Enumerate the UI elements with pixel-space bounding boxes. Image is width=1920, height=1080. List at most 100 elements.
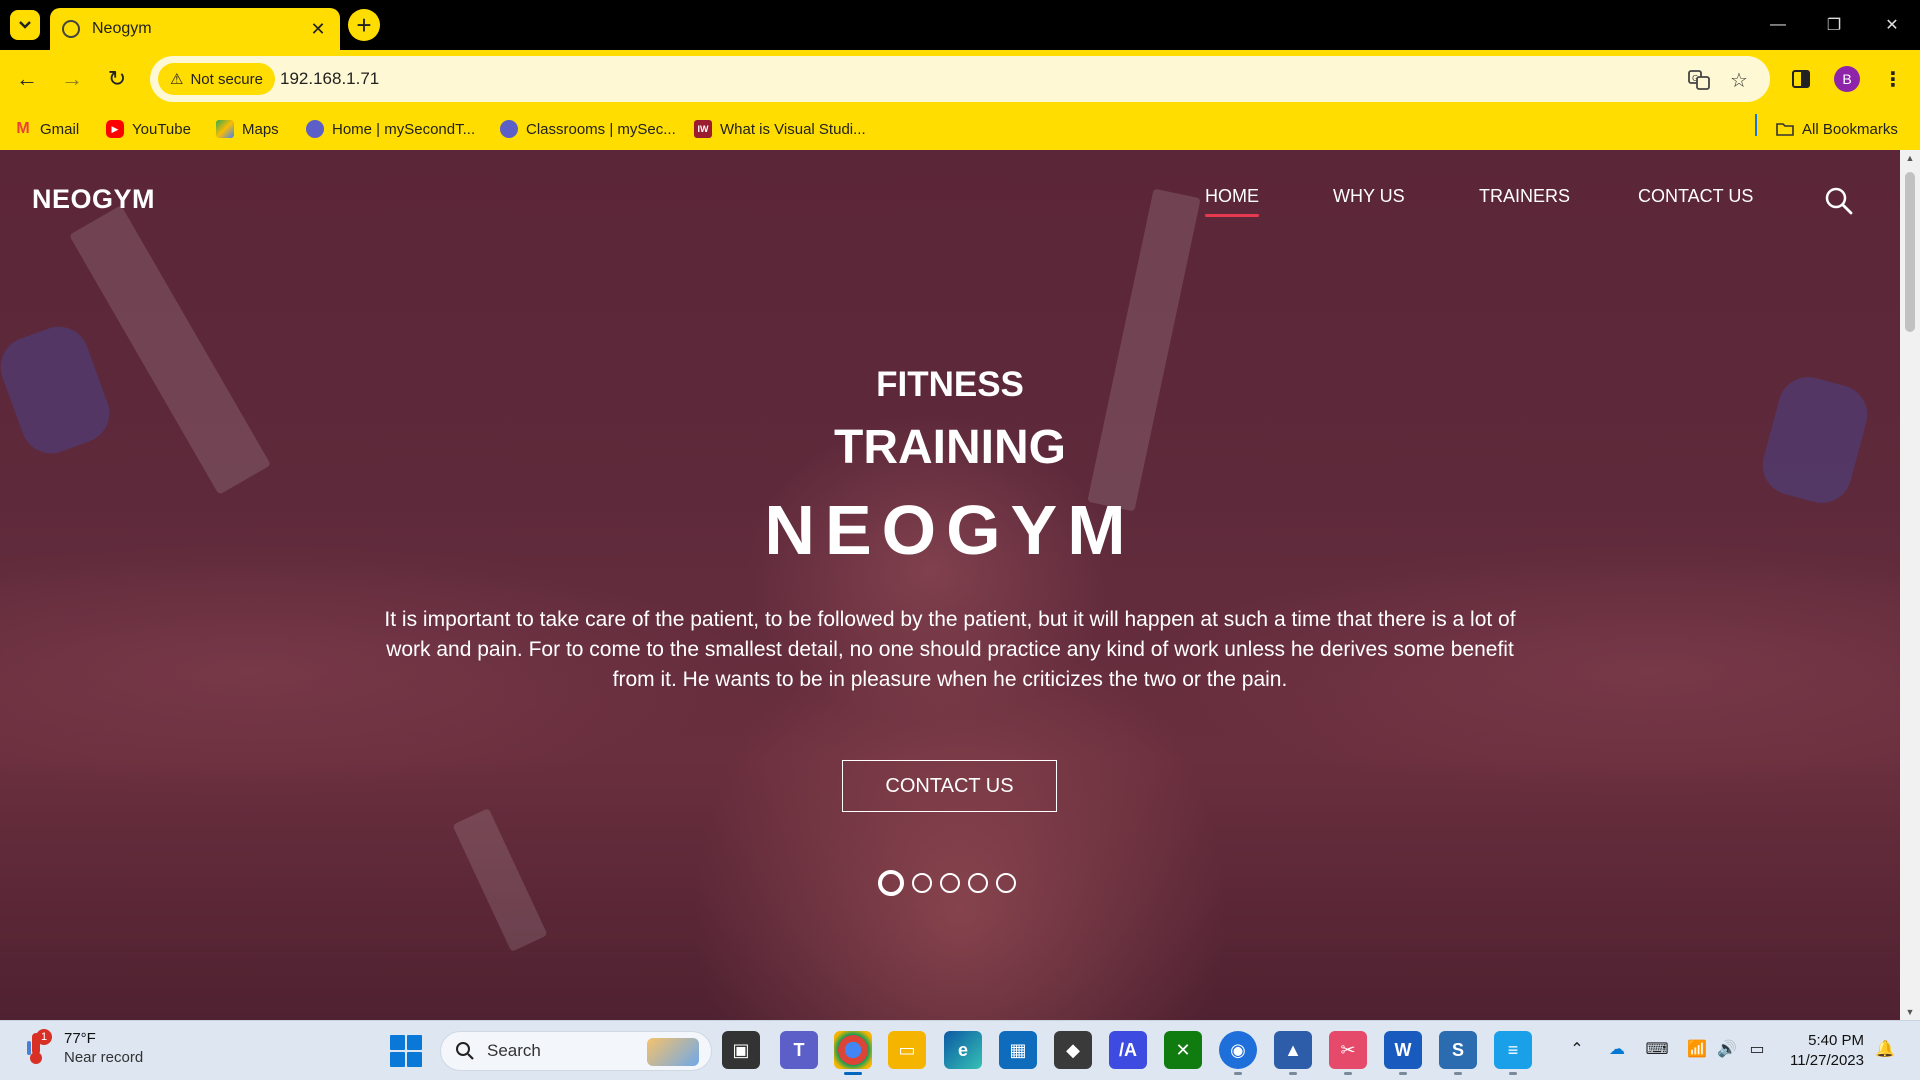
xbox-icon[interactable]: ✕ [1164,1031,1202,1069]
ai-app-icon[interactable]: /A [1109,1031,1147,1069]
bookmark-label: YouTube [132,120,191,138]
bookmark-youtube[interactable]: ▶ YouTube [106,118,191,140]
gmail-icon: M [16,120,30,137]
webpage-viewport: NEOGYM HOME WHY US TRAINERS CONTACT US F… [0,150,1900,1020]
clock-date: 11/27/2023 [1790,1052,1864,1069]
keyboard-icon[interactable]: ⌨ [1644,1039,1670,1059]
globe-icon [62,20,80,38]
weather-temp: 77°F [64,1030,96,1047]
bookmarks-divider [1755,114,1757,136]
hero-section: FITNESS TRAINING NEOGYM It is important … [0,150,1900,1020]
scrollbar-thumb[interactable] [1905,172,1915,332]
bookmark-label: What is Visual Studi... [720,120,866,138]
microsoft-store-icon[interactable]: ▦ [999,1031,1037,1069]
volume-icon[interactable]: 🔊 [1714,1039,1740,1059]
restore-icon[interactable]: ❐ [1806,0,1862,50]
tab-close-icon[interactable]: ✕ [308,19,328,40]
bookmark-maps[interactable]: Maps [216,118,279,140]
bookmark-gmail[interactable]: M Gmail [14,118,79,140]
carousel-dot-5[interactable] [996,873,1016,893]
search-highlight-icon [647,1038,699,1066]
taskbar-search-label: Search [487,1041,541,1060]
browser-toolbar: ← → ↻ ⚠ Not secure 192.168.1.71 G ☆ B ⋮ [0,50,1920,108]
chevron-down-icon [19,21,31,29]
back-icon[interactable]: ← [12,64,42,94]
hero-contact-button[interactable]: CONTACT US [842,760,1057,812]
weather-widget[interactable]: 1 77°F Near record [24,1029,143,1067]
iw-icon: IW [694,120,712,138]
tab-search-button[interactable] [10,10,40,40]
virtualbox-icon[interactable]: ▲ [1274,1031,1312,1075]
carousel-dot-3[interactable] [940,873,960,893]
carousel-dot-1[interactable] [878,870,904,896]
side-panel-icon[interactable] [1786,64,1816,94]
edge-icon[interactable]: e [944,1031,982,1069]
hero-description: It is important to take care of the pati… [384,608,1516,691]
carousel-dot-4[interactable] [968,873,988,893]
app-blue-icon[interactable]: ◉ [1219,1031,1257,1075]
maps-icon [216,120,234,138]
snipping-tool-icon[interactable]: ✂ [1329,1031,1367,1075]
clock-time: 5:40 PM [1808,1032,1864,1049]
onedrive-icon[interactable]: ☁ [1604,1039,1630,1059]
hero-heading-fitness: FITNESS [876,365,1024,404]
battery-icon[interactable]: ▭ [1744,1039,1770,1059]
unity-icon[interactable]: ◆ [1054,1031,1092,1069]
scroll-up-icon[interactable]: ▲ [1900,150,1920,166]
task-view-icon[interactable]: ▣ [722,1031,760,1069]
taskbar-clock[interactable]: 5:40 PM 11/27/2023 [1780,1031,1864,1071]
address-bar[interactable]: ⚠ Not secure 192.168.1.71 G ☆ [150,56,1770,102]
wifi-icon[interactable]: 📶 [1684,1039,1710,1059]
forward-icon[interactable]: → [57,64,87,94]
reload-icon[interactable]: ↻ [102,64,132,94]
hero-heading-training: TRAINING [834,421,1066,474]
bookmark-classrooms[interactable]: Classrooms | mySec... [500,118,676,140]
url-text[interactable]: 192.168.1.71 [280,69,379,89]
hero-heading-neogym: NEOGYM [764,491,1136,569]
new-tab-button[interactable]: + [348,9,380,41]
tab-title: Neogym [92,20,152,37]
thermometer-icon: 1 [24,1029,52,1065]
svg-text:G: G [1692,74,1698,83]
bookmarks-bar: M Gmail ▶ YouTube Maps Home | mySecondT.… [0,108,1920,150]
teams-icon[interactable]: T [780,1031,818,1069]
windows-taskbar: 1 77°F Near record Search ▣ T ▭ e ▦ ◆ /A… [0,1020,1920,1080]
chrome-icon[interactable] [834,1031,872,1075]
translate-icon[interactable]: G [1686,67,1712,93]
carousel-indicators [878,870,1016,896]
window-close-icon[interactable]: ✕ [1864,0,1920,50]
notepad-icon[interactable]: ≡ [1494,1031,1532,1075]
taskbar-search[interactable]: Search [440,1031,712,1071]
youtube-icon: ▶ [106,120,124,138]
word-icon[interactable]: W [1384,1031,1422,1075]
folder-icon [1776,120,1794,138]
bookmark-visual-studio[interactable]: IW What is Visual Studi... [694,118,866,140]
security-chip[interactable]: ⚠ Not secure [158,63,275,95]
windows-start-icon[interactable] [390,1035,422,1067]
warning-icon: ⚠ [170,71,184,88]
bookmark-label: Gmail [40,120,80,138]
scroll-down-icon[interactable]: ▼ [1900,1004,1920,1020]
file-explorer-icon[interactable]: ▭ [888,1031,926,1069]
page-scrollbar[interactable]: ▲ ▼ [1900,150,1920,1020]
notifications-icon[interactable]: 🔔 [1872,1039,1898,1059]
bookmark-label: Home | mySecondT... [332,120,476,138]
security-label: Not secure [190,70,263,88]
bookmark-label: Maps [242,120,279,138]
search-icon [456,1042,474,1060]
minimize-icon[interactable]: — [1750,0,1806,50]
teams-edu-icon [306,120,324,138]
browser-tab-bar: Neogym ✕ + — ❐ ✕ [0,0,1920,50]
carousel-dot-2[interactable] [912,873,932,893]
menu-kebab-icon[interactable]: ⋮ [1878,64,1908,94]
all-bookmarks-label: All Bookmarks [1802,120,1898,138]
profile-avatar[interactable]: B [1834,66,1860,92]
bookmark-home-mysecond[interactable]: Home | mySecondT... [306,118,475,140]
chevron-up-icon[interactable]: ⌃ [1564,1039,1590,1059]
all-bookmarks[interactable]: All Bookmarks [1776,118,1898,140]
weather-desc: Near record [64,1049,144,1066]
sql-server-icon[interactable]: S [1439,1031,1477,1075]
browser-tab-active[interactable]: Neogym ✕ [50,8,340,50]
bookmark-label: Classrooms | mySec... [526,120,676,138]
bookmark-star-icon[interactable]: ☆ [1726,67,1752,93]
